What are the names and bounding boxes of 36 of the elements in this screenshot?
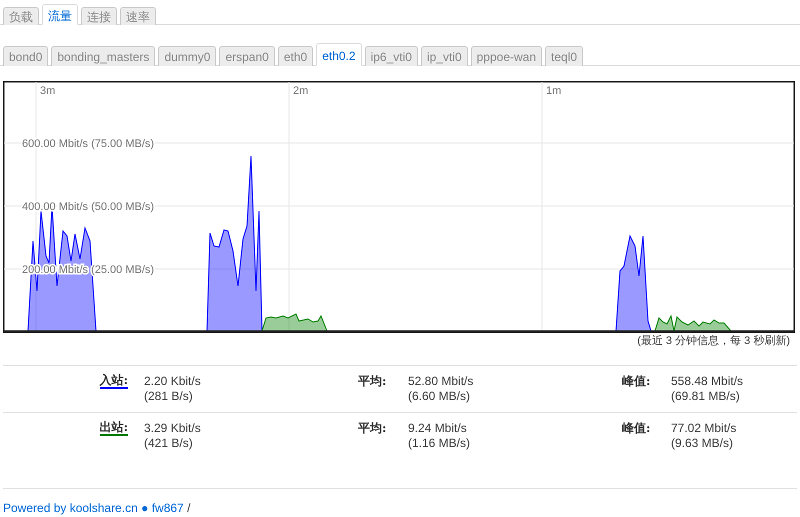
tab[interactable]: ip_vti0 bbox=[420, 46, 468, 66]
footer-text: / bbox=[187, 501, 190, 515]
stat-label: 峰值: bbox=[622, 421, 650, 437]
axis-label: 600.00 Mbit/s (75.00 MB/s) bbox=[22, 138, 154, 150]
stat-value: 3.29 Kbit/s (421 B/s) bbox=[143, 421, 202, 451]
chart-caption: (最近 3 分钟信息，每 3 秒刷新) bbox=[636, 334, 791, 348]
tab[interactable]: dummy0 bbox=[158, 46, 216, 66]
stat-label: 平均: bbox=[358, 374, 386, 390]
tab[interactable]: erspan0 bbox=[219, 46, 275, 66]
tab[interactable]: bonding_masters bbox=[51, 46, 156, 66]
axis-label: 400.00 Mbit/s (50.00 MB/s) bbox=[22, 201, 154, 213]
stat-label: 入站: bbox=[100, 374, 128, 389]
stat-value: 9.24 Mbit/s (1.16 MB/s) bbox=[408, 421, 472, 451]
axis-label: 3m bbox=[40, 85, 56, 97]
tab[interactable]: 负载 bbox=[3, 7, 39, 25]
tab[interactable]: bond0 bbox=[3, 46, 48, 66]
stat-value: 77.02 Mbit/s (9.63 MB/s) bbox=[671, 421, 738, 451]
stat-label: 平均: bbox=[358, 421, 386, 437]
footer-link[interactable]: Powered by koolshare.cn bbox=[3, 501, 138, 515]
tab[interactable]: 连接 bbox=[81, 7, 117, 25]
footer-link[interactable]: fw867 bbox=[152, 501, 184, 515]
tab[interactable]: eth0 bbox=[278, 46, 314, 66]
tab[interactable]: 流量 bbox=[42, 4, 78, 25]
stat-label: 峰值: bbox=[622, 374, 650, 390]
axis-label: 1m bbox=[546, 85, 562, 97]
tab[interactable]: 速率 bbox=[120, 7, 156, 25]
separator-dot: ● bbox=[141, 501, 148, 515]
tab[interactable]: eth0.2 bbox=[316, 43, 362, 66]
tab[interactable]: pppoe-wan bbox=[470, 46, 542, 66]
axis-label: 2m bbox=[293, 85, 308, 97]
stat-value: 52.80 Mbit/s (6.60 MB/s) bbox=[408, 374, 474, 404]
stat-value: 558.48 Mbit/s (69.81 MB/s) bbox=[671, 374, 744, 404]
stat-label: 出站: bbox=[100, 421, 128, 436]
stat-value: 2.20 Kbit/s (281 B/s) bbox=[143, 374, 202, 404]
tab[interactable]: teql0 bbox=[545, 46, 584, 66]
tab[interactable]: ip6_vti0 bbox=[364, 46, 418, 66]
